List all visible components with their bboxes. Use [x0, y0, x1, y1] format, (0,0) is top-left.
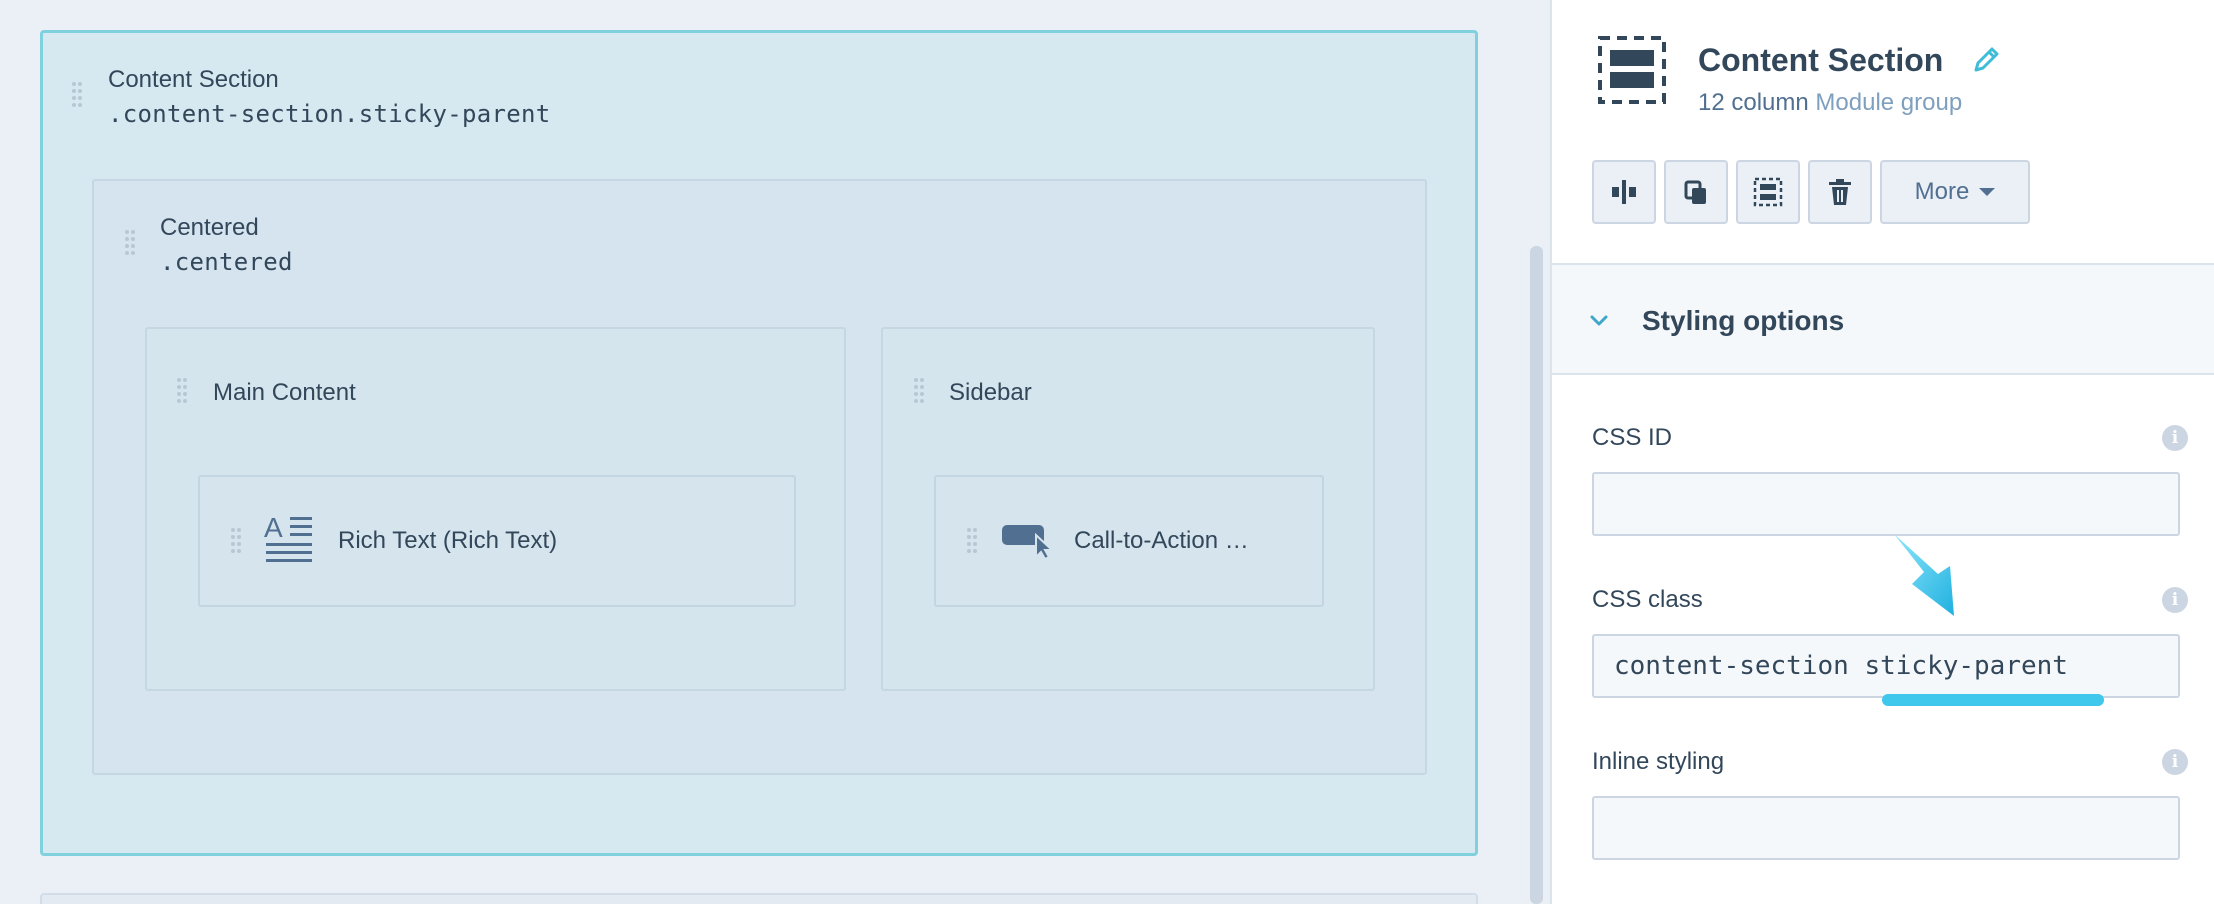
drag-handle-icon[interactable]	[125, 229, 135, 257]
clone-button[interactable]	[1664, 160, 1728, 224]
svg-text:A: A	[264, 513, 283, 543]
split-column-icon	[1612, 180, 1636, 204]
group-name: Content Section	[108, 66, 279, 93]
delete-button[interactable]	[1808, 160, 1872, 224]
css-id-input[interactable]	[1592, 472, 2180, 536]
panel-subtitle: 12 column Module group	[1698, 89, 1962, 117]
annotation-arrow-icon	[1890, 530, 1966, 625]
styling-options-title: Styling options	[1642, 305, 1845, 336]
drag-handle-icon[interactable]	[231, 527, 241, 555]
more-dropdown-button[interactable]: More	[1880, 160, 2030, 224]
clone-icon	[1684, 180, 1706, 204]
css-id-info-icon[interactable]: i	[2162, 425, 2188, 451]
content-section-group[interactable]: Content Section .content-section.sticky-…	[40, 30, 1478, 856]
chevron-down-icon	[1588, 309, 1610, 336]
more-label: More	[1914, 178, 1970, 205]
cta-module[interactable]: Call-to-Action …	[934, 475, 1324, 607]
drag-handle-icon[interactable]	[177, 377, 187, 405]
column-name: Sidebar	[949, 379, 1032, 406]
styling-options-header[interactable]: Styling options	[1552, 263, 2214, 375]
group-css-class: .centered	[160, 248, 293, 276]
canvas-scrollbar[interactable]	[1530, 246, 1543, 904]
css-class-label: CSS class	[1592, 586, 1703, 613]
highlight-underline	[1882, 694, 2104, 706]
inline-styling-label: Inline styling	[1592, 748, 1725, 775]
group-name: Centered	[160, 214, 259, 241]
drag-handle-icon[interactable]	[967, 527, 977, 555]
css-class-input[interactable]	[1592, 634, 2180, 698]
css-class-info-icon[interactable]: i	[2162, 587, 2188, 613]
wrap-group-icon	[1753, 177, 1783, 207]
drag-handle-icon[interactable]	[72, 81, 82, 109]
wrap-group-button[interactable]	[1736, 160, 1800, 224]
cta-icon	[1002, 523, 1055, 564]
rich-text-icon: A	[264, 512, 314, 572]
css-id-label: CSS ID	[1592, 424, 1673, 451]
module-label: Call-to-Action …	[1074, 527, 1249, 554]
next-section-group[interactable]	[40, 893, 1478, 904]
inspector-panel: Content Section 12 column Module group M…	[1550, 0, 2214, 904]
caret-down-icon	[1979, 188, 1996, 196]
rich-text-module[interactable]: A Rich Text (Rich Text)	[198, 475, 796, 607]
inline-styling-input[interactable]	[1592, 796, 2180, 860]
centered-group[interactable]: Centered .centered Main Content A Rich T…	[92, 179, 1427, 775]
sidebar-column[interactable]: Sidebar Call-to-Action …	[881, 327, 1375, 691]
main-content-column[interactable]: Main Content A Rich Text (Rich Text)	[145, 327, 846, 691]
inline-styling-info-icon[interactable]: i	[2162, 749, 2188, 775]
panel-title: Content Section	[1698, 42, 1944, 78]
group-css-class: .content-section.sticky-parent	[108, 100, 551, 128]
split-column-button[interactable]	[1592, 160, 1656, 224]
module-group-icon	[1598, 36, 1666, 109]
trash-icon	[1829, 179, 1851, 205]
layout-canvas: Content Section .content-section.sticky-…	[0, 0, 1550, 904]
module-group-link[interactable]: Module group	[1815, 89, 1962, 116]
drag-handle-icon[interactable]	[914, 377, 924, 405]
column-name: Main Content	[213, 379, 356, 406]
subtitle-columns: 12 column	[1698, 89, 1809, 116]
module-label: Rich Text (Rich Text)	[338, 527, 558, 554]
pencil-icon[interactable]	[1970, 44, 2002, 81]
